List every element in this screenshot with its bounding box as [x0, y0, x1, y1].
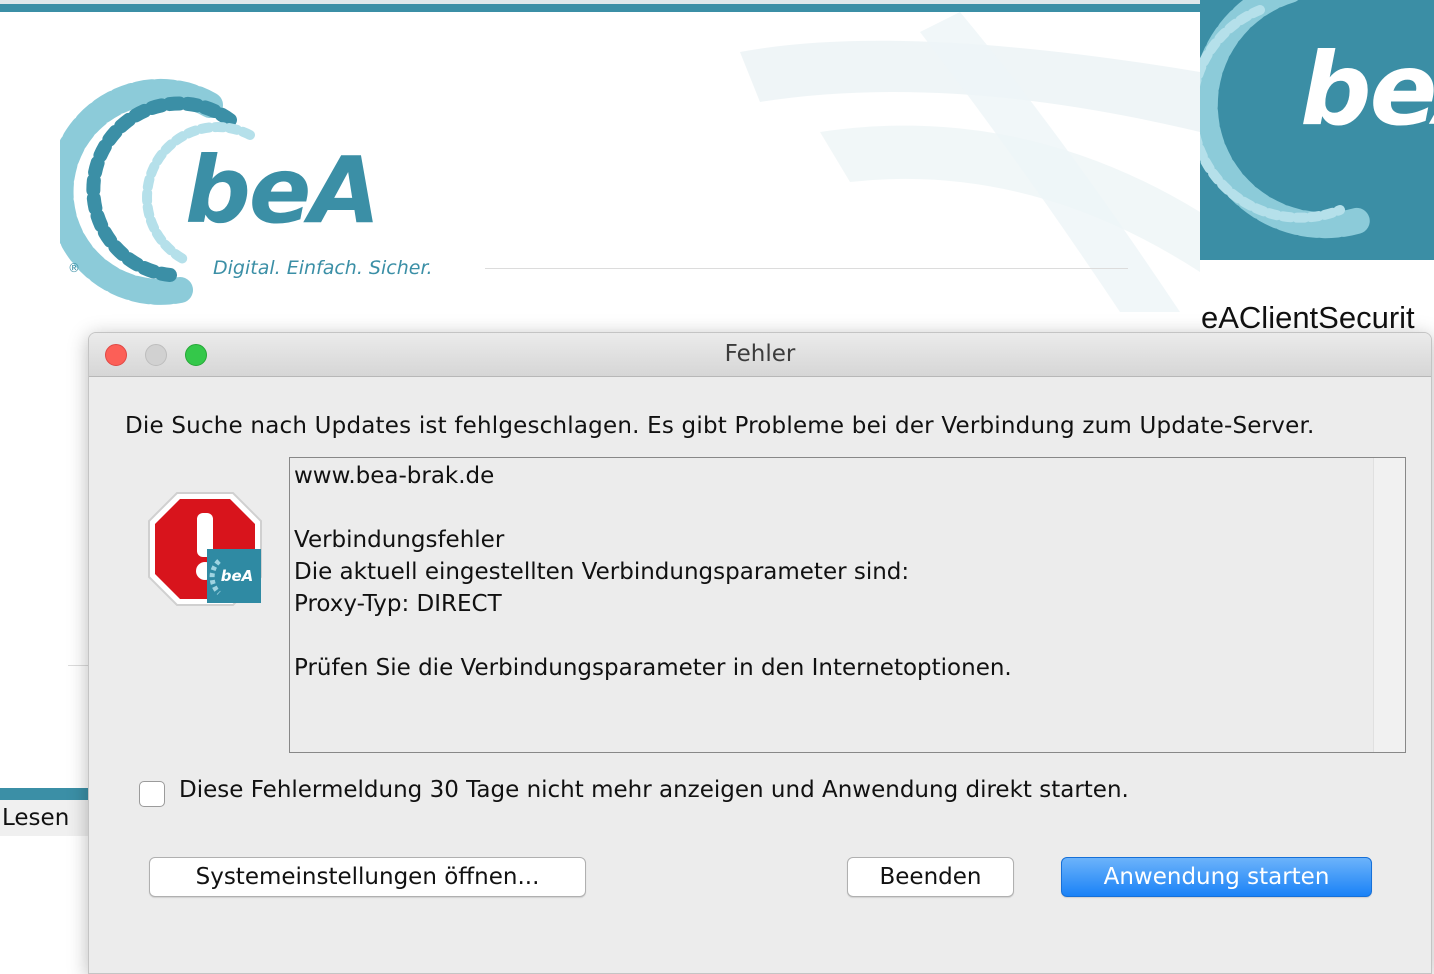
minimize-window-button[interactable]: [145, 344, 167, 366]
quit-button[interactable]: Beenden: [847, 857, 1014, 897]
icon-badge-text: beA: [221, 567, 254, 585]
logo-registered-mark: ®: [68, 261, 80, 275]
details-line: Prüfen Sie die Verbindungsparameter in d…: [294, 655, 1012, 681]
logo-tagline: Digital. Einfach. Sicher.: [213, 257, 433, 279]
details-textarea[interactable]: www.bea-brak.de Verbindungsfehler Die ak…: [289, 457, 1406, 753]
details-text: www.bea-brak.de Verbindungsfehler Die ak…: [294, 460, 1012, 684]
details-line: Proxy-Typ: DIRECT: [294, 591, 502, 617]
zoom-window-button[interactable]: [185, 344, 207, 366]
details-line: Verbindungsfehler: [294, 527, 505, 553]
right-banner: beA: [1200, 0, 1434, 260]
background-lesen-tab[interactable]: Lesen: [0, 800, 88, 836]
details-line: Die aktuell eingestellten Verbindungspar…: [294, 559, 910, 585]
dialog-title: Fehler: [724, 341, 796, 367]
right-window-title: eAClientSecurit: [1201, 300, 1415, 335]
error-stop-icon: beA: [148, 492, 262, 606]
error-message: Die Suche nach Updates ist fehlgeschlage…: [125, 413, 1315, 439]
details-scrollbar[interactable]: [1373, 458, 1405, 752]
background-swoosh-graphic: [740, 12, 1200, 312]
background-lesen-bar: [0, 788, 88, 800]
open-system-settings-button[interactable]: Systemeinstellungen öffnen...: [149, 857, 586, 897]
background-tab-strip: [0, 0, 1200, 4]
bea-logo: beA ® Digital. Einfach. Sicher.: [47, 75, 460, 305]
details-line: www.bea-brak.de: [294, 463, 495, 489]
dont-show-again-checkbox[interactable]: [139, 781, 165, 807]
dialog-titlebar[interactable]: Fehler: [89, 333, 1431, 377]
start-application-button[interactable]: Anwendung starten: [1061, 857, 1372, 897]
background-divider: [485, 268, 1128, 269]
details-line: [294, 620, 1012, 652]
logo-wordmark: beA: [185, 137, 380, 244]
close-window-button[interactable]: [105, 344, 127, 366]
dont-show-again-label[interactable]: Diese Fehlermeldung 30 Tage nicht mehr a…: [179, 777, 1129, 803]
background-divider-small: [68, 665, 90, 666]
details-line: [294, 492, 1012, 524]
right-banner-wordmark: beA: [1300, 31, 1434, 148]
error-dialog: Fehler Die Suche nach Updates ist fehlge…: [88, 332, 1432, 974]
